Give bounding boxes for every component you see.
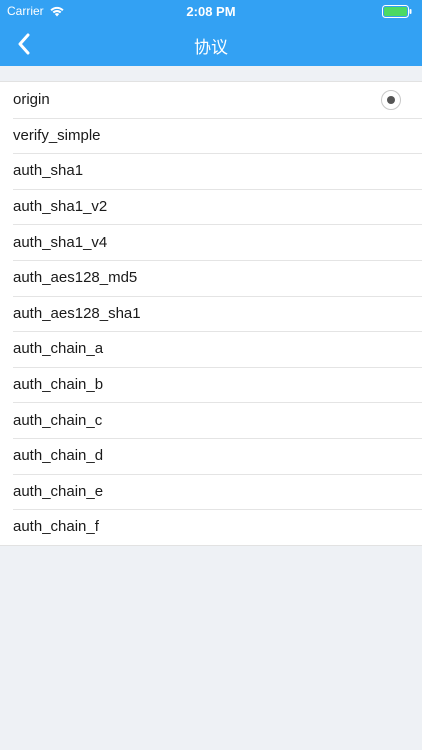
- protocol-option-label: auth_aes128_sha1: [13, 304, 141, 322]
- protocol-option-label: auth_sha1: [13, 162, 84, 180]
- protocol-option-label: auth_chain_f: [13, 518, 99, 536]
- status-time: 2:08 PM: [186, 4, 236, 19]
- battery-icon: [382, 5, 412, 18]
- protocol-option-label: auth_chain_d: [13, 447, 104, 465]
- protocol-option-auth_chain_a[interactable]: auth_chain_a: [0, 331, 422, 367]
- protocol-option-origin[interactable]: origin: [0, 82, 422, 118]
- protocol-option-label: origin: [13, 91, 50, 109]
- radio-dot: [387, 96, 395, 104]
- protocol-option-label: auth_chain_a: [13, 340, 104, 358]
- protocol-option-label: auth_sha1_v4: [13, 233, 108, 251]
- protocol-option-auth_sha1_v4[interactable]: auth_sha1_v4: [0, 224, 422, 260]
- protocol-option-auth_chain_f[interactable]: auth_chain_f: [0, 509, 422, 545]
- protocol-option-auth_chain_d[interactable]: auth_chain_d: [0, 437, 422, 474]
- protocol-option-label: auth_chain_b: [13, 376, 104, 394]
- protocol-option-label: auth_chain_c: [13, 411, 103, 429]
- header: Carrier 2:08 PM 协议: [0, 0, 422, 66]
- protocol-option-auth_aes128_sha1[interactable]: auth_aes128_sha1: [0, 295, 422, 332]
- protocol-list: origin verify_simple auth_sha1 auth_sha1_v2…: [0, 81, 422, 546]
- protocol-option-auth_aes128_md5[interactable]: auth_aes128_md5: [0, 259, 422, 296]
- page-title: 协议: [194, 38, 228, 57]
- protocol-option-label: auth_aes128_md5: [13, 269, 138, 287]
- navigation-bar: 协议: [0, 22, 422, 66]
- protocol-option-label: auth_sha1_v2: [13, 198, 108, 216]
- protocol-option-auth_chain_e[interactable]: auth_chain_e: [0, 473, 422, 510]
- status-bar: Carrier 2:08 PM: [0, 0, 422, 22]
- protocol-option-auth_sha1[interactable]: auth_sha1: [0, 153, 422, 189]
- protocol-option-verify_simple[interactable]: verify_simple: [0, 117, 422, 154]
- protocol-option-label: verify_simple: [13, 126, 101, 144]
- protocol-option-auth_chain_b[interactable]: auth_chain_b: [0, 366, 422, 403]
- radio-selected-icon[interactable]: [381, 90, 401, 110]
- protocol-option-label: auth_chain_e: [13, 482, 104, 500]
- protocol-option-auth_sha1_v2[interactable]: auth_sha1_v2: [0, 188, 422, 225]
- protocol-option-auth_chain_c[interactable]: auth_chain_c: [0, 402, 422, 438]
